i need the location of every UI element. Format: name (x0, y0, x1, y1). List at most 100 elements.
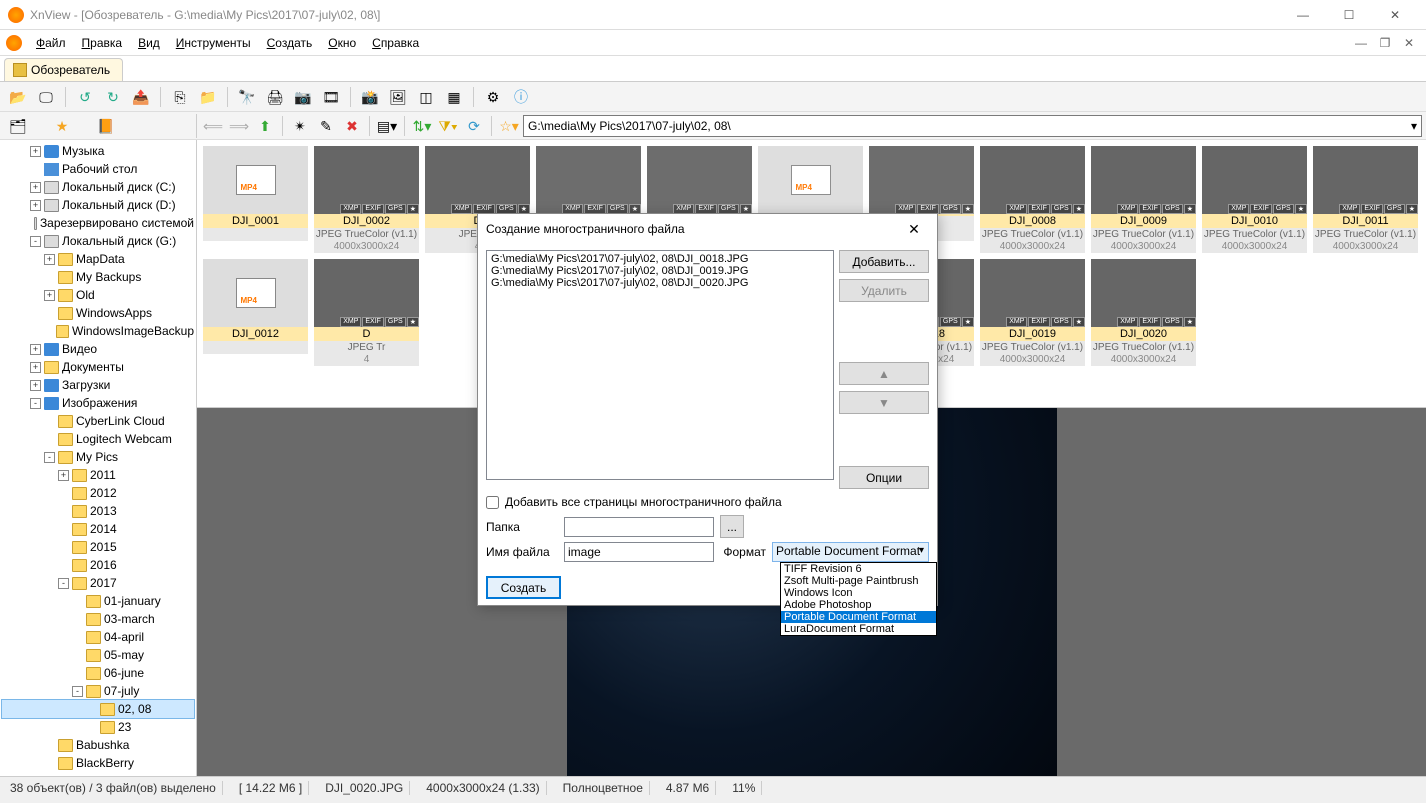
tree-node[interactable]: -Изображения (2, 394, 194, 412)
print-icon[interactable]: 🖨 (263, 85, 287, 109)
thumbnail[interactable]: XMPEXIFGPS★DJI_0008JPEG TrueColor (v1.1)… (980, 146, 1085, 253)
format-option[interactable]: Zsoft Multi-page Paintbrush (781, 575, 936, 587)
expand-icon[interactable]: + (30, 380, 41, 391)
tree-node[interactable]: WindowsImageBackup (2, 322, 194, 340)
menu-Окно[interactable]: Окно (320, 34, 364, 52)
folder-tree[interactable]: +МузыкаРабочий стол+Локальный диск (C:)+… (0, 140, 197, 776)
rotate-left-icon[interactable]: ↺ (73, 85, 97, 109)
tree-node[interactable]: 04-april (2, 628, 194, 646)
path-input[interactable]: G:\media\My Pics\2017\07-july\02, 08\ ▾ (523, 115, 1422, 137)
expand-icon[interactable]: + (30, 200, 41, 211)
thumbnail[interactable]: XMPEXIFGPS★DJI_0010JPEG TrueColor (v1.1)… (1202, 146, 1307, 253)
tree-node[interactable]: Logitech Webcam (2, 430, 194, 448)
close-button[interactable]: ✕ (1372, 0, 1418, 30)
open-icon[interactable]: 📂 (6, 85, 30, 109)
tree-node[interactable]: Зарезервировано системой (2, 214, 194, 232)
tree-node[interactable]: +Локальный диск (C:) (2, 178, 194, 196)
browse-button[interactable]: ... (720, 515, 744, 538)
expand-icon[interactable]: - (30, 398, 41, 409)
compare-icon[interactable]: ◫ (414, 85, 438, 109)
tree-node[interactable]: WindowsApps (2, 304, 194, 322)
format-dropdown[interactable]: TIFF Revision 6Zsoft Multi-page Paintbru… (780, 562, 937, 636)
wallpaper-icon[interactable]: 🖼 (386, 85, 410, 109)
tree-node[interactable]: 06-june (2, 664, 194, 682)
thumbnail[interactable]: DJI_0012 (203, 259, 308, 366)
up-icon[interactable]: ⬆ (253, 114, 277, 138)
tree-node[interactable]: CyberLink Cloud (2, 412, 194, 430)
mdi-close-icon[interactable]: ✕ (1398, 34, 1420, 52)
new-folder-icon[interactable]: ✴ (288, 114, 312, 138)
menu-Справка[interactable]: Справка (364, 34, 427, 52)
tree-node[interactable]: 23 (2, 718, 194, 736)
expand-icon[interactable]: + (30, 362, 41, 373)
tab-browser[interactable]: Обозреватель (4, 58, 123, 81)
tree-node[interactable]: 03-march (2, 610, 194, 628)
batch-icon[interactable]: 📁 (196, 85, 220, 109)
maximize-button[interactable]: ☐ (1326, 0, 1372, 30)
app-menu-icon[interactable] (6, 35, 22, 51)
search-icon[interactable]: 🔭 (235, 85, 259, 109)
filter-icon[interactable]: ⧩▾ (436, 114, 460, 138)
tree-node[interactable]: -07-july (2, 682, 194, 700)
list-item[interactable]: G:\media\My Pics\2017\07-july\02, 08\DJI… (489, 265, 831, 277)
view-mode-icon[interactable]: ▤▾ (375, 114, 399, 138)
tree-node[interactable]: 2014 (2, 520, 194, 538)
format-option[interactable]: Portable Document Format (781, 611, 936, 623)
tree-node[interactable]: 2015 (2, 538, 194, 556)
refresh-icon[interactable]: ⟳ (462, 114, 486, 138)
tree-node[interactable]: -2017 (2, 574, 194, 592)
list-item[interactable]: G:\media\My Pics\2017\07-july\02, 08\DJI… (489, 277, 831, 289)
tree-node[interactable]: +2011 (2, 466, 194, 484)
delete-button[interactable]: Удалить (839, 279, 929, 302)
add-button[interactable]: Добавить... (839, 250, 929, 273)
format-option[interactable]: LuraDocument Format (781, 623, 936, 635)
tree-node[interactable]: +MapData (2, 250, 194, 268)
expand-icon[interactable]: - (44, 452, 55, 463)
tree-node[interactable]: +Локальный диск (D:) (2, 196, 194, 214)
expand-icon[interactable]: + (30, 344, 41, 355)
folder-input[interactable] (564, 517, 714, 537)
format-option[interactable]: Windows Icon (781, 587, 936, 599)
tree-node[interactable]: 2016 (2, 556, 194, 574)
mdi-minimize-icon[interactable]: — (1350, 34, 1372, 52)
tree-node[interactable]: My Backups (2, 268, 194, 286)
expand-icon[interactable]: + (44, 290, 55, 301)
tree-node[interactable]: +Видео (2, 340, 194, 358)
export-icon[interactable]: 📤 (129, 85, 153, 109)
sort-icon[interactable]: ⇅▾ (410, 114, 434, 138)
thumbnail[interactable]: XMPEXIFGPS★DJI_0019JPEG TrueColor (v1.1)… (980, 259, 1085, 366)
tree-folders-icon[interactable]: 🗂 (6, 114, 30, 138)
dialog-close-icon[interactable]: ✕ (899, 221, 929, 238)
menu-Создать[interactable]: Создать (259, 34, 321, 52)
tree-node[interactable]: 2012 (2, 484, 194, 502)
menu-Файл[interactable]: Файл (28, 34, 74, 52)
add-all-pages-checkbox[interactable] (486, 496, 499, 509)
bookmark-icon[interactable]: ☆▾ (497, 114, 521, 138)
expand-icon[interactable]: + (44, 254, 55, 265)
list-item[interactable]: G:\media\My Pics\2017\07-july\02, 08\DJI… (489, 253, 831, 265)
thumbnail[interactable]: XMPEXIFGPS★DJI_0011JPEG TrueColor (v1.1)… (1313, 146, 1418, 253)
minimize-button[interactable]: — (1280, 0, 1326, 30)
tree-node[interactable]: -My Pics (2, 448, 194, 466)
grid-icon[interactable]: ▦ (442, 85, 466, 109)
format-option[interactable]: TIFF Revision 6 (781, 563, 936, 575)
expand-icon[interactable]: - (72, 686, 83, 697)
favorites-icon[interactable]: ★ (50, 114, 74, 138)
expand-icon[interactable]: + (30, 182, 41, 193)
slideshow-icon[interactable]: 🎞 (319, 85, 343, 109)
fullscreen-icon[interactable]: 🖵 (34, 85, 58, 109)
create-button[interactable]: Создать (486, 576, 561, 599)
thumbnail[interactable]: XMPEXIFGPS★DJI_0002JPEG TrueColor (v1.1)… (314, 146, 419, 253)
format-option[interactable]: Adobe Photoshop (781, 599, 936, 611)
menu-Инструменты[interactable]: Инструменты (168, 34, 259, 52)
capture-icon[interactable]: 📸 (358, 85, 382, 109)
forward-icon[interactable]: ⟹ (227, 114, 251, 138)
tree-node[interactable]: 2013 (2, 502, 194, 520)
tree-node[interactable]: Babushka (2, 736, 194, 754)
filename-input[interactable] (564, 542, 714, 562)
thumbnail[interactable]: DJI_0001 (203, 146, 308, 253)
scan-icon[interactable]: 📷 (291, 85, 315, 109)
tree-node[interactable]: 01-january (2, 592, 194, 610)
about-icon[interactable]: ⓘ (509, 85, 533, 109)
tree-node[interactable]: 02, 08 (2, 700, 194, 718)
